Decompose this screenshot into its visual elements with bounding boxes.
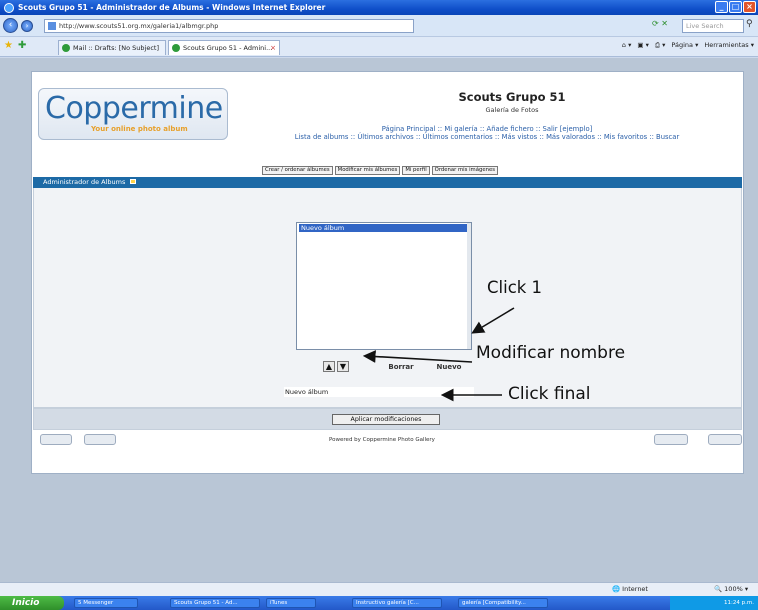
- tab-sort-images[interactable]: Ordenar mis imágenes: [431, 166, 498, 175]
- album-list-item[interactable]: Nuevo álbum: [299, 224, 467, 232]
- clock: 11:24 p.m.: [724, 600, 754, 606]
- annotation-click1: Click 1: [487, 278, 543, 297]
- maximize-button[interactable]: □: [729, 1, 742, 13]
- logo-text: Coppermine: [45, 91, 223, 126]
- help-icon[interactable]: [130, 179, 137, 184]
- task-instructivo[interactable]: Instructivo galería [C...: [352, 598, 442, 608]
- window-titlebar: Scouts Grupo 51 - Administrador de Album…: [0, 0, 758, 15]
- site-title: Scouts Grupo 51: [458, 90, 566, 104]
- delete-button[interactable]: Borrar: [381, 361, 421, 374]
- internet-zone: 🌐 Internet: [612, 585, 648, 593]
- task-messenger[interactable]: 5 Messenger: [74, 598, 138, 608]
- forward-button[interactable]: ›: [21, 20, 33, 32]
- print-icon[interactable]: ⎙ ▾: [655, 41, 666, 50]
- feeds-icon[interactable]: ▣ ▾: [637, 41, 648, 50]
- window-controls: _ □ ×: [715, 1, 756, 13]
- task-scouts[interactable]: Scouts Grupo 51 - Ad...: [170, 598, 260, 608]
- new-button[interactable]: Nuevo: [430, 361, 468, 374]
- tab-label: Mail :: Drafts: [No Subject]: [73, 44, 160, 52]
- tabs-toolbar: ★ ✚ Mail :: Drafts: [No Subject] Scouts …: [0, 37, 758, 57]
- move-up-button[interactable]: ▲: [323, 361, 335, 372]
- footer-banner-left[interactable]: [40, 434, 72, 445]
- search-icon[interactable]: ⚲: [746, 19, 753, 29]
- tab-modify-albums[interactable]: Modificar mis álbumes: [334, 166, 401, 175]
- logo-tagline: Your online photo album: [91, 125, 188, 133]
- footer-banner-left-2[interactable]: [84, 434, 116, 445]
- apply-changes-button[interactable]: Aplicar modificaciones: [332, 414, 440, 425]
- annotation-rename: Modificar nombre: [476, 343, 626, 363]
- listbox-scrollbar[interactable]: [467, 223, 471, 349]
- tab-profile[interactable]: Mi perfil: [402, 166, 430, 175]
- tab-create-albums[interactable]: Crear / ordenar álbumes: [262, 166, 333, 175]
- album-listbox[interactable]: Nuevo álbum: [296, 222, 472, 350]
- page-viewport: Coppermine Your online photo album Scout…: [0, 58, 758, 582]
- command-bar: ⌂ ▾ ▣ ▾ ⎙ ▾ Página ▾ Herramientas ▾: [622, 41, 754, 50]
- footer-banner-right-2[interactable]: [708, 434, 742, 445]
- powered-by[interactable]: Powered by Coppermine Photo Gallery: [282, 437, 482, 443]
- page-icon: [48, 22, 56, 30]
- close-button[interactable]: ×: [743, 1, 756, 13]
- start-button[interactable]: Inicio: [0, 596, 64, 610]
- refresh-stop-buttons[interactable]: ⟳ ✕: [652, 19, 680, 33]
- home-icon[interactable]: ⌂ ▾: [622, 41, 631, 50]
- sub-menu[interactable]: Lista de albums :: Últimos archivos :: Ú…: [232, 133, 742, 141]
- minimize-button[interactable]: _: [715, 1, 728, 13]
- site-subtitle: Galería de Fotos: [485, 106, 539, 114]
- taskbar: Inicio 5 Messenger Scouts Grupo 51 - Ad.…: [0, 596, 758, 610]
- window-title: Scouts Grupo 51 - Administrador de Album…: [18, 3, 326, 12]
- add-favorites-icon[interactable]: ✚: [18, 40, 26, 51]
- coppermine-logo[interactable]: Coppermine Your online photo album: [38, 88, 228, 140]
- album-manager-header: Administrador de Albums: [33, 177, 742, 188]
- system-tray: 11:24 p.m.: [670, 596, 758, 610]
- tab-label: Scouts Grupo 51 - Admini...: [183, 44, 273, 52]
- page-menu[interactable]: Página ▾: [671, 41, 698, 50]
- apply-bar: Aplicar modificaciones: [33, 408, 742, 430]
- search-input[interactable]: Live Search: [682, 19, 744, 33]
- gallery-page: Coppermine Your online photo album Scout…: [31, 71, 744, 474]
- main-menu[interactable]: Página Principal :: Mi galería :: Añade …: [232, 125, 742, 133]
- zoom-level[interactable]: 🔍 100% ▾: [714, 585, 748, 593]
- tools-menu[interactable]: Herramientas ▾: [704, 41, 754, 50]
- status-bar: 🌐 Internet 🔍 100% ▾: [0, 582, 758, 596]
- tab-scouts[interactable]: Scouts Grupo 51 - Admini... ×: [168, 40, 280, 55]
- favorites-star-icon[interactable]: ★: [4, 40, 13, 51]
- album-name-input[interactable]: Nuevo álbum: [284, 387, 474, 397]
- address-url: http://www.scouts51.org.mx/galeria1/albm…: [59, 22, 219, 30]
- album-manager-title: Administrador de Albums: [43, 178, 126, 186]
- tab-mail[interactable]: Mail :: Drafts: [No Subject]: [58, 40, 166, 55]
- ie-icon: [4, 2, 14, 13]
- address-bar[interactable]: http://www.scouts51.org.mx/galeria1/albm…: [44, 19, 414, 33]
- address-toolbar: ‹ › http://www.scouts51.org.mx/galeria1/…: [0, 15, 758, 37]
- tab-close-icon[interactable]: ×: [270, 41, 276, 55]
- tab-favicon-icon: [172, 44, 180, 52]
- task-galeria[interactable]: galería [Compatibility...: [458, 598, 548, 608]
- back-button[interactable]: ‹: [3, 18, 18, 33]
- tab-favicon-icon: [62, 44, 70, 52]
- admin-subtabs: Crear / ordenar álbumes Modificar mis ál…: [262, 166, 498, 175]
- annotation-final: Click final: [508, 384, 591, 404]
- footer-banner-right[interactable]: [654, 434, 688, 445]
- task-itunes[interactable]: iTunes: [266, 598, 316, 608]
- move-down-button[interactable]: ▼: [337, 361, 349, 372]
